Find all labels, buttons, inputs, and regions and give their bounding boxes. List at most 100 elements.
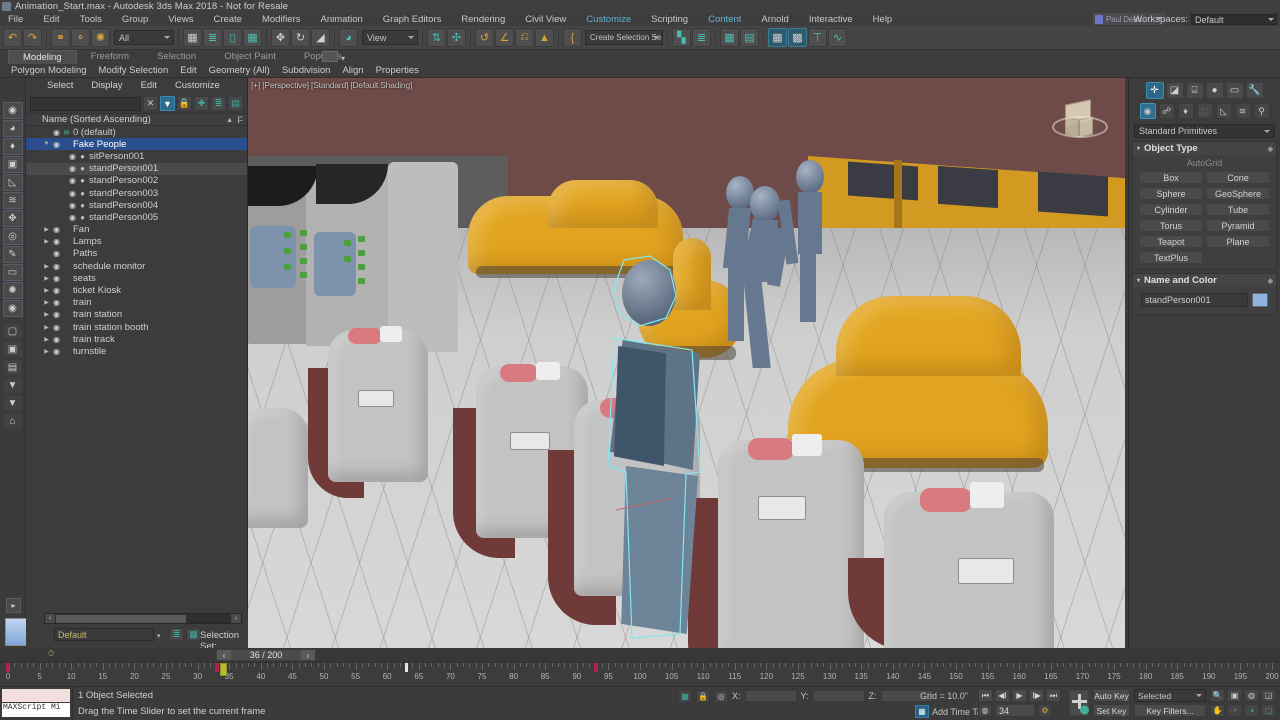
next-frame-button[interactable]: Ⅰ▶ (1029, 689, 1044, 702)
select-link-button[interactable]: ⚭ (51, 28, 70, 47)
create-textplus-button[interactable]: TextPlus (1139, 251, 1203, 264)
visibility-eye-icon[interactable]: ◉ (51, 310, 62, 319)
project-folder-button[interactable]: ∿ (828, 28, 847, 47)
ribbon-panel-properties[interactable]: Properties (370, 64, 425, 78)
select-by-name-button[interactable]: ≣ (203, 28, 222, 47)
lock-icon[interactable]: 🔒 (177, 96, 192, 111)
create-torus-button[interactable]: Torus (1139, 219, 1203, 232)
clear-search-icon[interactable]: ✕ (143, 96, 158, 111)
workspaces-dropdown[interactable]: Default (1191, 14, 1277, 25)
time-tag-icon[interactable]: ▦ (915, 705, 929, 718)
menu-item-animation[interactable]: Animation (311, 13, 373, 26)
new-layer-icon[interactable]: ▤ (228, 96, 243, 111)
keyframe-marker[interactable] (214, 663, 219, 672)
keyframe-marker[interactable] (593, 663, 598, 672)
select-particle-tool[interactable]: ✺ (2, 282, 23, 299)
scene-explorer-row[interactable]: ▶ ◉ schedule monitor (26, 260, 247, 272)
visibility-eye-icon[interactable]: ◉ (51, 140, 62, 149)
visibility-eye-icon[interactable]: ◉ (51, 286, 62, 295)
expand-triangle-right-icon[interactable]: ▶ (42, 311, 51, 318)
menu-item-graph-editors[interactable]: Graph Editors (373, 13, 452, 26)
visibility-eye-icon[interactable]: ◉ (67, 176, 78, 185)
filter-tool-2[interactable]: ▼ (2, 395, 23, 412)
scene-explorer-row[interactable]: ◉ ● standPerson004 (26, 199, 247, 211)
goto-end-button[interactable]: ⏭ (1046, 689, 1061, 702)
render-production-button[interactable]: ⊤ (808, 28, 827, 47)
select-camera-tool[interactable]: ▣ (2, 156, 23, 173)
previous-frame-button[interactable]: ◀Ⅰ (995, 689, 1010, 702)
visibility-eye-icon[interactable]: ◉ (67, 213, 78, 222)
explorer-menu-select[interactable]: Select (38, 78, 82, 94)
utilities-tab[interactable]: 🔧 (1245, 82, 1264, 99)
zoom-button[interactable]: 🔍 (1210, 689, 1225, 702)
expand-triangle-right-icon[interactable]: ▶ (42, 287, 51, 294)
key-filters-button[interactable]: Key Filters... (1134, 704, 1206, 717)
scene-explorer-row[interactable]: ▶ ◉ train track (26, 333, 247, 345)
scroll-right-icon[interactable]: › (231, 614, 241, 623)
expand-triangle-right-icon[interactable]: ▶ (42, 226, 51, 233)
layer-icon[interactable]: ≣ (211, 96, 226, 111)
expand-triangle-right-icon[interactable]: ▶ (42, 336, 51, 343)
shapes-icon[interactable]: ☍ (1158, 103, 1175, 119)
visibility-eye-icon[interactable]: ◉ (67, 201, 78, 210)
select-object-button[interactable]: ▦ (183, 28, 202, 47)
cameras-icon[interactable]: 🎥 (1196, 103, 1213, 119)
modify-tab[interactable]: ◪ (1165, 82, 1184, 99)
scene-explorer-row[interactable]: ▶ ◉ Lamps (26, 236, 247, 248)
visibility-eye-icon[interactable]: ◉ (51, 274, 62, 283)
name-and-color-header[interactable]: ▾ Name and Color ◈ (1133, 274, 1276, 287)
current-layer-field[interactable]: Default (54, 628, 154, 641)
zoom-all-button[interactable]: ▣ (1227, 689, 1242, 702)
selected-keyframe-marker[interactable] (405, 663, 409, 672)
viewport-label[interactable]: [+] [Perspective] [Standard] [Default Sh… (251, 80, 412, 90)
ribbon-panel-align[interactable]: Align (336, 64, 369, 78)
visibility-eye-icon[interactable]: ◉ (51, 128, 62, 137)
visibility-eye-icon[interactable]: ◉ (51, 335, 62, 344)
create-sphere-button[interactable]: Sphere (1139, 187, 1203, 200)
ribbon-tab-freeform[interactable]: Freeform (77, 50, 144, 64)
material-browser-button[interactable]: ▤ (740, 28, 759, 47)
select-group-tool[interactable]: ◎ (2, 228, 23, 245)
select-and-move-button[interactable]: ✥ (271, 28, 290, 47)
current-frame-field[interactable]: 34 (995, 704, 1035, 717)
pin-icon[interactable]: ◈ (1268, 145, 1273, 153)
ribbon-panel-subdivision[interactable]: Subdivision (276, 64, 337, 78)
scene-explorer-row[interactable]: ▶ ◉ train (26, 297, 247, 309)
scene-explorer-row[interactable]: ▶ ◉ ticket Kiosk (26, 284, 247, 296)
add-object-icon[interactable]: ✚ (194, 96, 209, 111)
set-key-button[interactable]: Set Key (1093, 704, 1130, 717)
helpers-icon[interactable]: ◺ (1215, 103, 1232, 119)
named-selection-set-dropdown[interactable]: Create Selection Se (585, 30, 663, 45)
motion-tab[interactable]: ● (1205, 82, 1224, 99)
maxscript-mini-listener-input[interactable]: MAXScript Mi (2, 703, 70, 717)
select-and-scale-button[interactable]: ◢ (311, 28, 330, 47)
prev-frame-arrow[interactable]: ‹ (217, 650, 231, 660)
ribbon-tab-selection[interactable]: Selection (143, 50, 210, 64)
expand-triangle-right-icon[interactable]: ▶ (42, 275, 51, 282)
menu-item-file[interactable]: File (0, 13, 33, 26)
hierarchy-tab[interactable]: ⌸ (1185, 82, 1204, 99)
visibility-eye-icon[interactable]: ◉ (67, 189, 78, 198)
pin-icon[interactable]: ◈ (1268, 277, 1273, 285)
menu-item-rendering[interactable]: Rendering (451, 13, 515, 26)
redo-button[interactable]: ↷ (23, 28, 42, 47)
menu-item-interactive[interactable]: Interactive (799, 13, 863, 26)
keyframe-marker[interactable] (6, 663, 10, 672)
layer-tool-1[interactable]: ▢ (2, 323, 23, 340)
maxscript-mini-listener-output[interactable] (2, 689, 70, 702)
select-similar-tool[interactable]: ◕ (2, 120, 23, 137)
menu-item-modifiers[interactable]: Modifiers (252, 13, 311, 26)
auto-key-button[interactable]: Auto Key (1093, 689, 1130, 702)
object-type-header[interactable]: ▾ Object Type ◈ (1133, 142, 1276, 155)
scene-explorer-search-input[interactable] (30, 96, 141, 111)
align-button[interactable]: ✣ (447, 28, 466, 47)
scene-explorer-row[interactable]: ▶ ◉ Fan (26, 224, 247, 236)
named-selection-sets-button[interactable]: { (563, 28, 582, 47)
zoom-region-button[interactable]: ◲ (1261, 689, 1276, 702)
explorer-expand-button[interactable]: ▸ (6, 598, 21, 613)
create-tab[interactable]: ✛ (1145, 82, 1164, 99)
menu-item-customize[interactable]: Customize (576, 13, 641, 26)
menu-item-arnold[interactable]: Arnold (751, 13, 798, 26)
visibility-eye-icon[interactable]: ◉ (51, 298, 62, 307)
scene-explorer-row[interactable]: ◉ ≋ 0 (default) (26, 126, 247, 138)
